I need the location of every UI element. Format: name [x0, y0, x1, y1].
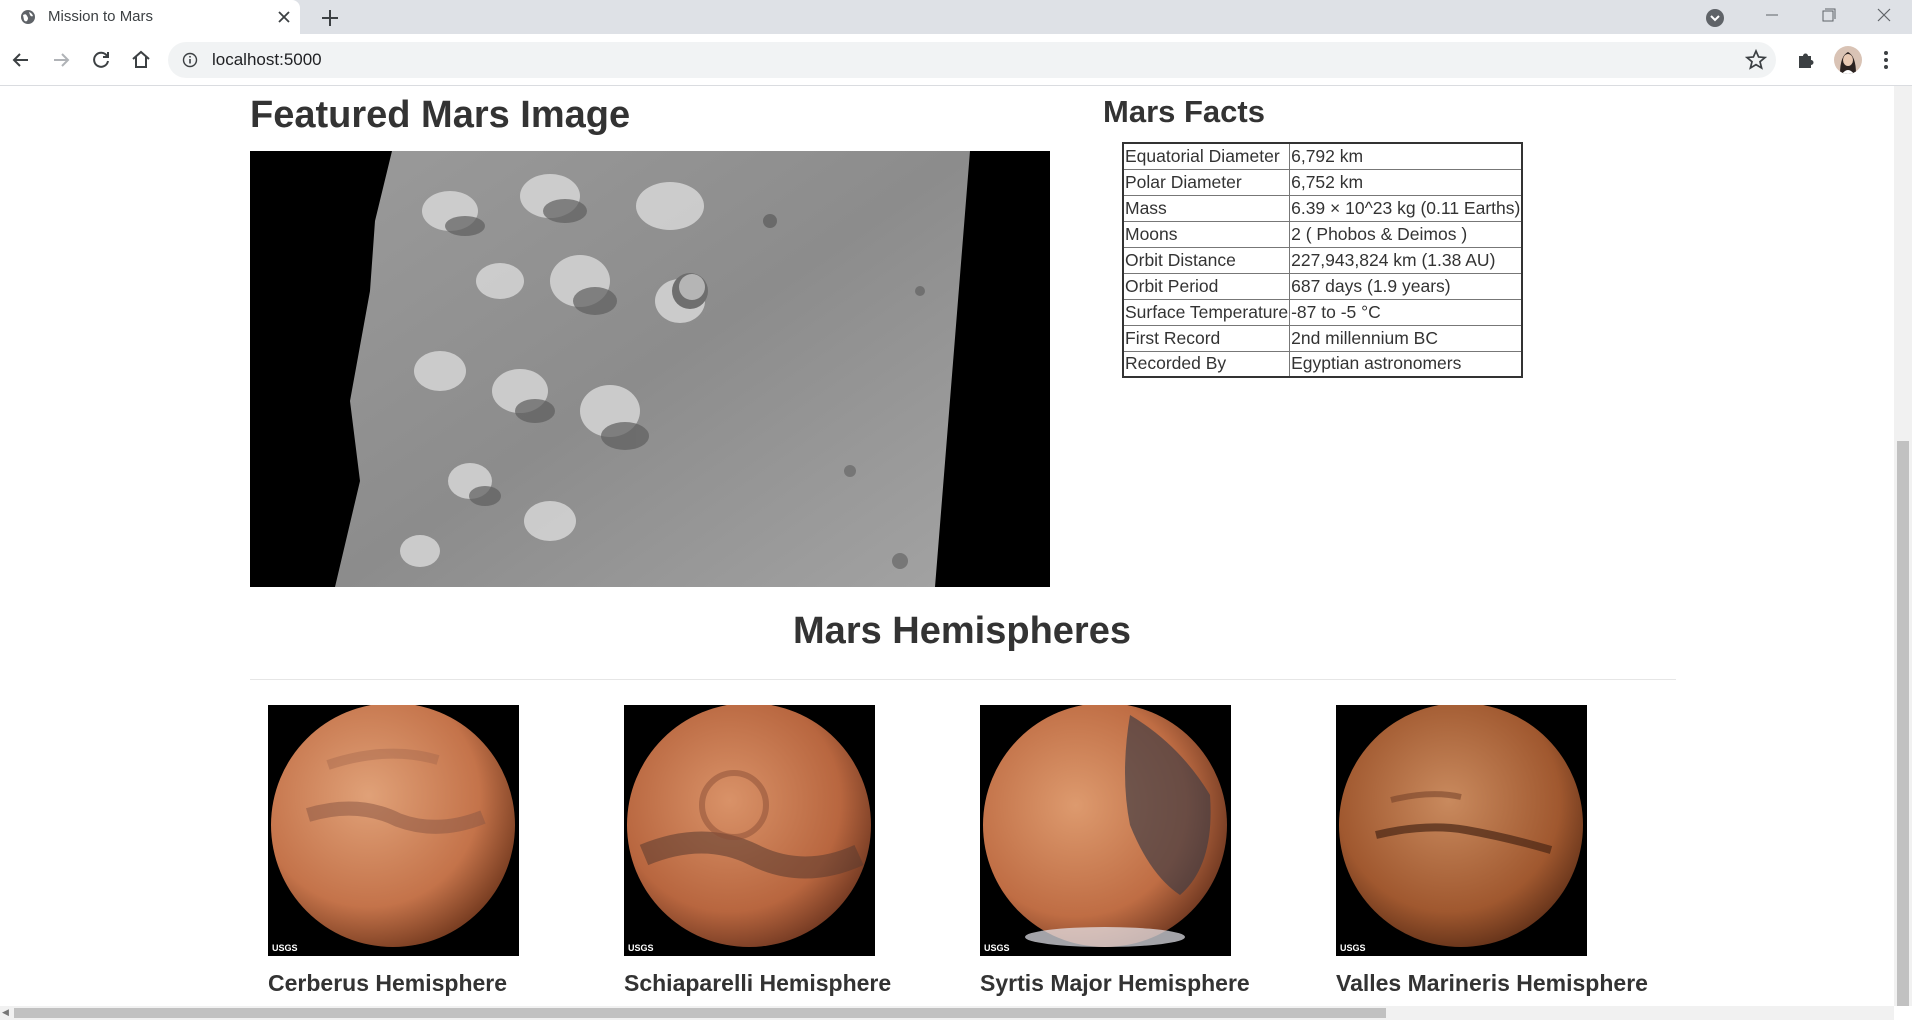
valles-marineris-hemisphere-image[interactable]: USGS [1336, 705, 1587, 956]
fact-label: Polar Diameter [1122, 168, 1291, 196]
minimize-icon[interactable] [1744, 0, 1800, 34]
table-row: Polar Diameter 6,752 km [1122, 168, 1523, 196]
more-vert-icon[interactable] [1876, 48, 1896, 72]
usgs-watermark: USGS [984, 943, 1010, 953]
fact-label: Moons [1122, 220, 1291, 248]
page-viewport: Featured Mars Image Mars Facts Equatoria… [0, 86, 1894, 1006]
vertical-scrollbar-thumb[interactable] [1897, 441, 1909, 1006]
fact-label: First Record [1122, 324, 1291, 352]
schiaparelli-hemisphere-image[interactable]: USGS [624, 705, 875, 956]
fact-label: Mass [1122, 194, 1291, 222]
usgs-watermark: USGS [1340, 943, 1366, 953]
tab-title: Mission to Mars [48, 8, 154, 25]
globe-icon [21, 10, 35, 24]
hemisphere-name[interactable]: Schiaparelli Hemisphere [624, 970, 891, 997]
window-close-icon[interactable] [1856, 0, 1912, 34]
fact-value: 6.39 × 10^23 kg (0.11 Earths) [1289, 194, 1523, 222]
fact-value: 2nd millennium BC [1289, 324, 1523, 352]
browser-tab[interactable]: Mission to Mars [0, 0, 300, 34]
url-text[interactable]: localhost:5000 [212, 50, 322, 70]
fact-label: Equatorial Diameter [1122, 142, 1291, 170]
mars-facts-title: Mars Facts [1103, 94, 1265, 129]
fact-value: -87 to -5 °C [1289, 298, 1523, 326]
featured-image-title: Featured Mars Image [250, 94, 631, 136]
usgs-watermark: USGS [272, 943, 298, 953]
fact-value: Egyptian astronomers [1289, 350, 1523, 378]
usgs-watermark: USGS [628, 943, 654, 953]
reload-icon[interactable] [88, 47, 114, 73]
fact-label: Surface Temperature [1122, 298, 1291, 326]
syrtis-major-hemisphere-image[interactable]: USGS [980, 705, 1231, 956]
table-row: Surface Temperature -87 to -5 °C [1122, 298, 1523, 326]
fact-label: Recorded By [1122, 350, 1291, 378]
tab-search-icon[interactable] [1705, 8, 1725, 28]
table-row: Moons 2 ( Phobos & Deimos ) [1122, 220, 1523, 248]
vertical-scrollbar[interactable] [1894, 86, 1912, 1006]
table-row: Mass 6.39 × 10^23 kg (0.11 Earths) [1122, 194, 1523, 222]
restore-icon[interactable] [1800, 0, 1856, 34]
horizontal-scrollbar-thumb[interactable] [14, 1008, 1386, 1018]
fact-value: 6,752 km [1289, 168, 1523, 196]
home-icon[interactable] [128, 47, 154, 73]
puzzle-icon[interactable] [1794, 48, 1818, 72]
table-row: Orbit Period 687 days (1.9 years) [1122, 272, 1523, 300]
fact-label: Orbit Distance [1122, 246, 1291, 274]
back-arrow-icon[interactable] [8, 47, 34, 73]
browser-toolbar: localhost:5000 [0, 34, 1912, 86]
fact-value: 687 days (1.9 years) [1289, 272, 1523, 300]
profile-photo-icon [1834, 46, 1862, 74]
hemispheres-title: Mars Hemispheres [793, 610, 1131, 652]
horizontal-scrollbar[interactable]: ◀ [0, 1006, 1894, 1020]
table-row: First Record 2nd millennium BC [1122, 324, 1523, 352]
scroll-left-icon[interactable]: ◀ [2, 1007, 9, 1018]
fact-value: 227,943,824 km (1.38 AU) [1289, 246, 1523, 274]
fact-value: 6,792 km [1289, 142, 1523, 170]
featured-mars-image[interactable] [250, 151, 1050, 587]
hemisphere-name[interactable]: Cerberus Hemisphere [268, 970, 507, 997]
star-icon[interactable] [1744, 48, 1768, 72]
avatar[interactable] [1834, 46, 1862, 74]
info-icon[interactable] [182, 52, 198, 68]
hemisphere-name[interactable]: Valles Marineris Hemisphere [1336, 970, 1648, 997]
table-row: Equatorial Diameter 6,792 km [1122, 142, 1523, 170]
forward-arrow-icon[interactable] [48, 47, 74, 73]
mars-facts-table: Equatorial Diameter 6,792 km Polar Diamet… [1122, 142, 1524, 378]
close-tab-icon[interactable] [274, 7, 294, 27]
table-row: Recorded By Egyptian astronomers [1122, 350, 1523, 378]
fact-value: 2 ( Phobos & Deimos ) [1289, 220, 1523, 248]
cerberus-hemisphere-image[interactable]: USGS [268, 705, 519, 956]
new-tab-icon[interactable] [318, 6, 342, 30]
divider [250, 679, 1676, 680]
address-bar[interactable]: localhost:5000 [168, 42, 1776, 78]
tab-strip: Mission to Mars [0, 0, 1912, 34]
table-row: Orbit Distance 227,943,824 km (1.38 AU) [1122, 246, 1523, 274]
hemisphere-name[interactable]: Syrtis Major Hemisphere [980, 970, 1250, 997]
fact-label: Orbit Period [1122, 272, 1291, 300]
